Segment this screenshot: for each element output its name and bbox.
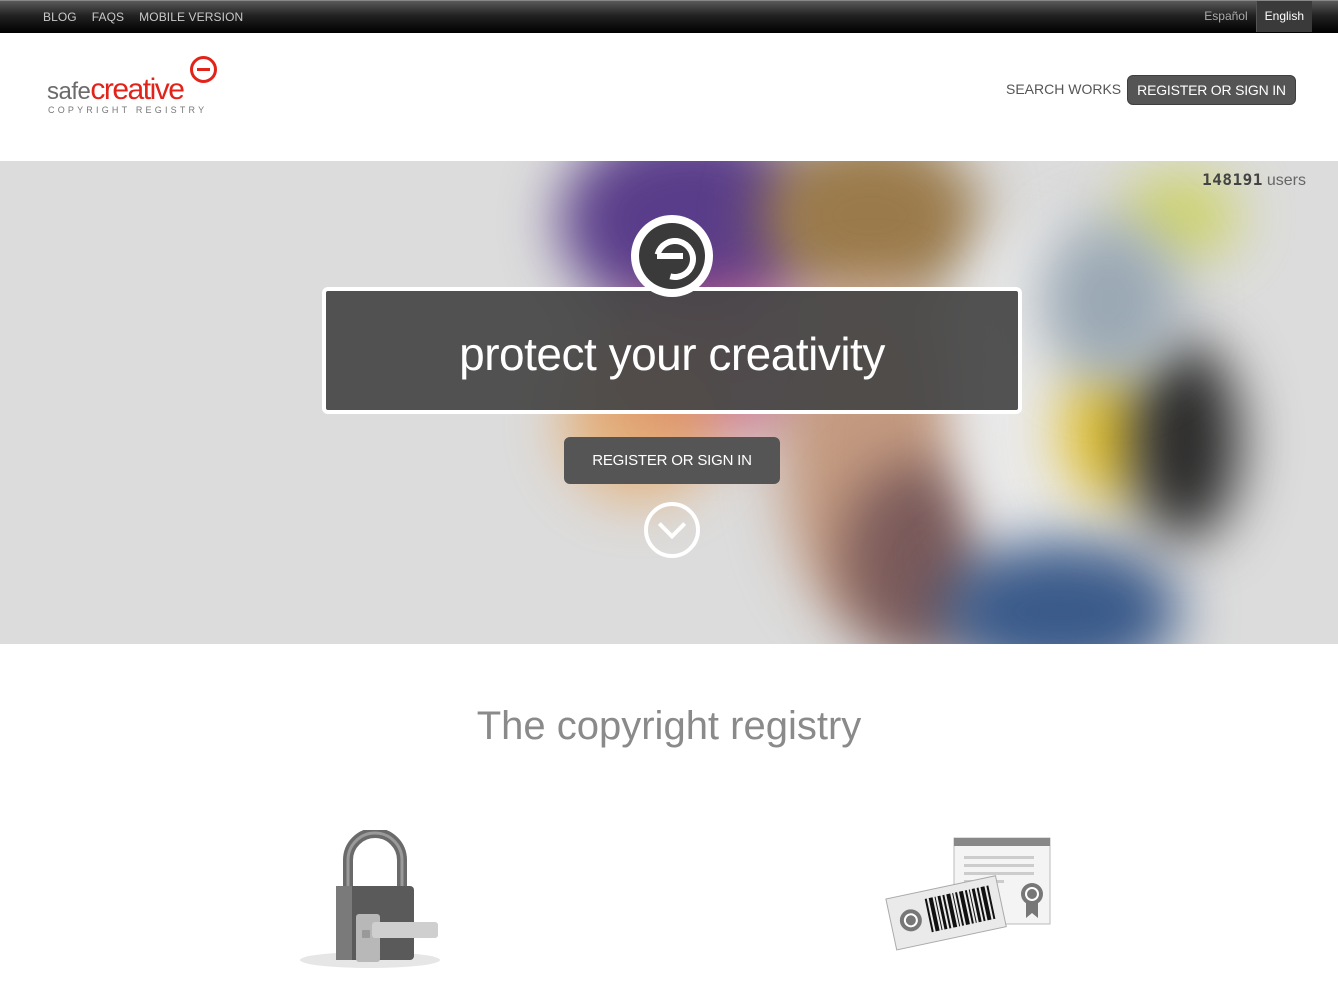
safecreative-badge-icon: [631, 215, 713, 297]
section-title: The copyright registry: [476, 704, 862, 748]
badge-inner: [639, 223, 705, 289]
users-label: users: [1266, 172, 1306, 189]
logo-mark-icon: [190, 56, 217, 83]
hero-headline-box: protect your creativity: [322, 287, 1022, 414]
padlock-key-icon: [300, 830, 440, 968]
logo-safe: safe: [47, 78, 91, 105]
search-works-link[interactable]: SEARCH WORKS: [1006, 81, 1121, 97]
header-register-button[interactable]: REGISTER OR SIGN IN: [1127, 75, 1296, 105]
language-switcher: Español English: [1196, 1, 1312, 32]
hero-banner: 148191 users protect your creativity REGI…: [0, 161, 1338, 644]
language-english[interactable]: English: [1255, 1, 1312, 32]
user-count: 148191: [1202, 170, 1263, 189]
faqs-link[interactable]: FAQS: [92, 10, 124, 24]
user-counter: 148191 users: [1202, 170, 1306, 190]
certificate-barcode-icon: [885, 837, 1051, 951]
hero-headline: protect your creativity: [459, 327, 885, 380]
logo-tagline: COPYRIGHT REGISTRY: [48, 105, 208, 115]
scroll-down-icon[interactable]: [644, 502, 700, 558]
language-espanol[interactable]: Español: [1196, 1, 1255, 32]
logo-creative: creative: [90, 73, 185, 106]
logo-wordmark: safecreative: [47, 73, 185, 107]
safecreative-logo[interactable]: safecreative COPYRIGHT REGISTRY: [47, 55, 222, 125]
blog-link[interactable]: BLOG: [43, 10, 77, 24]
top-nav: BLOG FAQS MOBILE VERSION: [43, 10, 243, 24]
hero-register-button[interactable]: REGISTER OR SIGN IN: [564, 437, 780, 484]
mobile-version-link[interactable]: MOBILE VERSION: [139, 10, 243, 24]
top-bar: BLOG FAQS MOBILE VERSION Español English: [0, 0, 1338, 33]
header: safecreative COPYRIGHT REGISTRY SEARCH W…: [0, 33, 1338, 161]
